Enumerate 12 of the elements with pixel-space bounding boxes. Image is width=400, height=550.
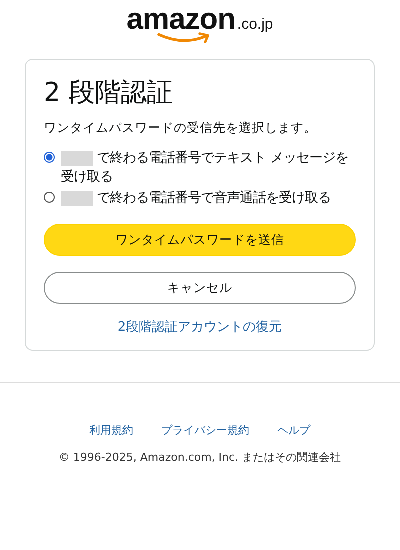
recovery-link[interactable]: 2段階認証アカウントの復元 bbox=[118, 320, 282, 335]
footer-link[interactable]: プライバシー規約 bbox=[162, 423, 250, 438]
logo: amazon.co.jp bbox=[126, 6, 274, 52]
copyright-text: © 1996-2025, Amazon.com, Inc. またはその関連会社 bbox=[58, 450, 342, 465]
instruction-text: ワンタイムパスワードの受信先を選択します。 bbox=[44, 120, 318, 137]
radio-button[interactable] bbox=[44, 152, 55, 163]
page-title: 2 段階認証 bbox=[44, 77, 174, 110]
footer-link[interactable]: 利用規約 bbox=[90, 423, 134, 438]
cancel-button[interactable]: キャンセル bbox=[44, 272, 356, 304]
radio-button[interactable] bbox=[44, 192, 55, 203]
send-code-button[interactable]: ワンタイムパスワードを送信 bbox=[44, 224, 356, 256]
footer-link[interactable]: ヘルプ bbox=[278, 423, 310, 438]
